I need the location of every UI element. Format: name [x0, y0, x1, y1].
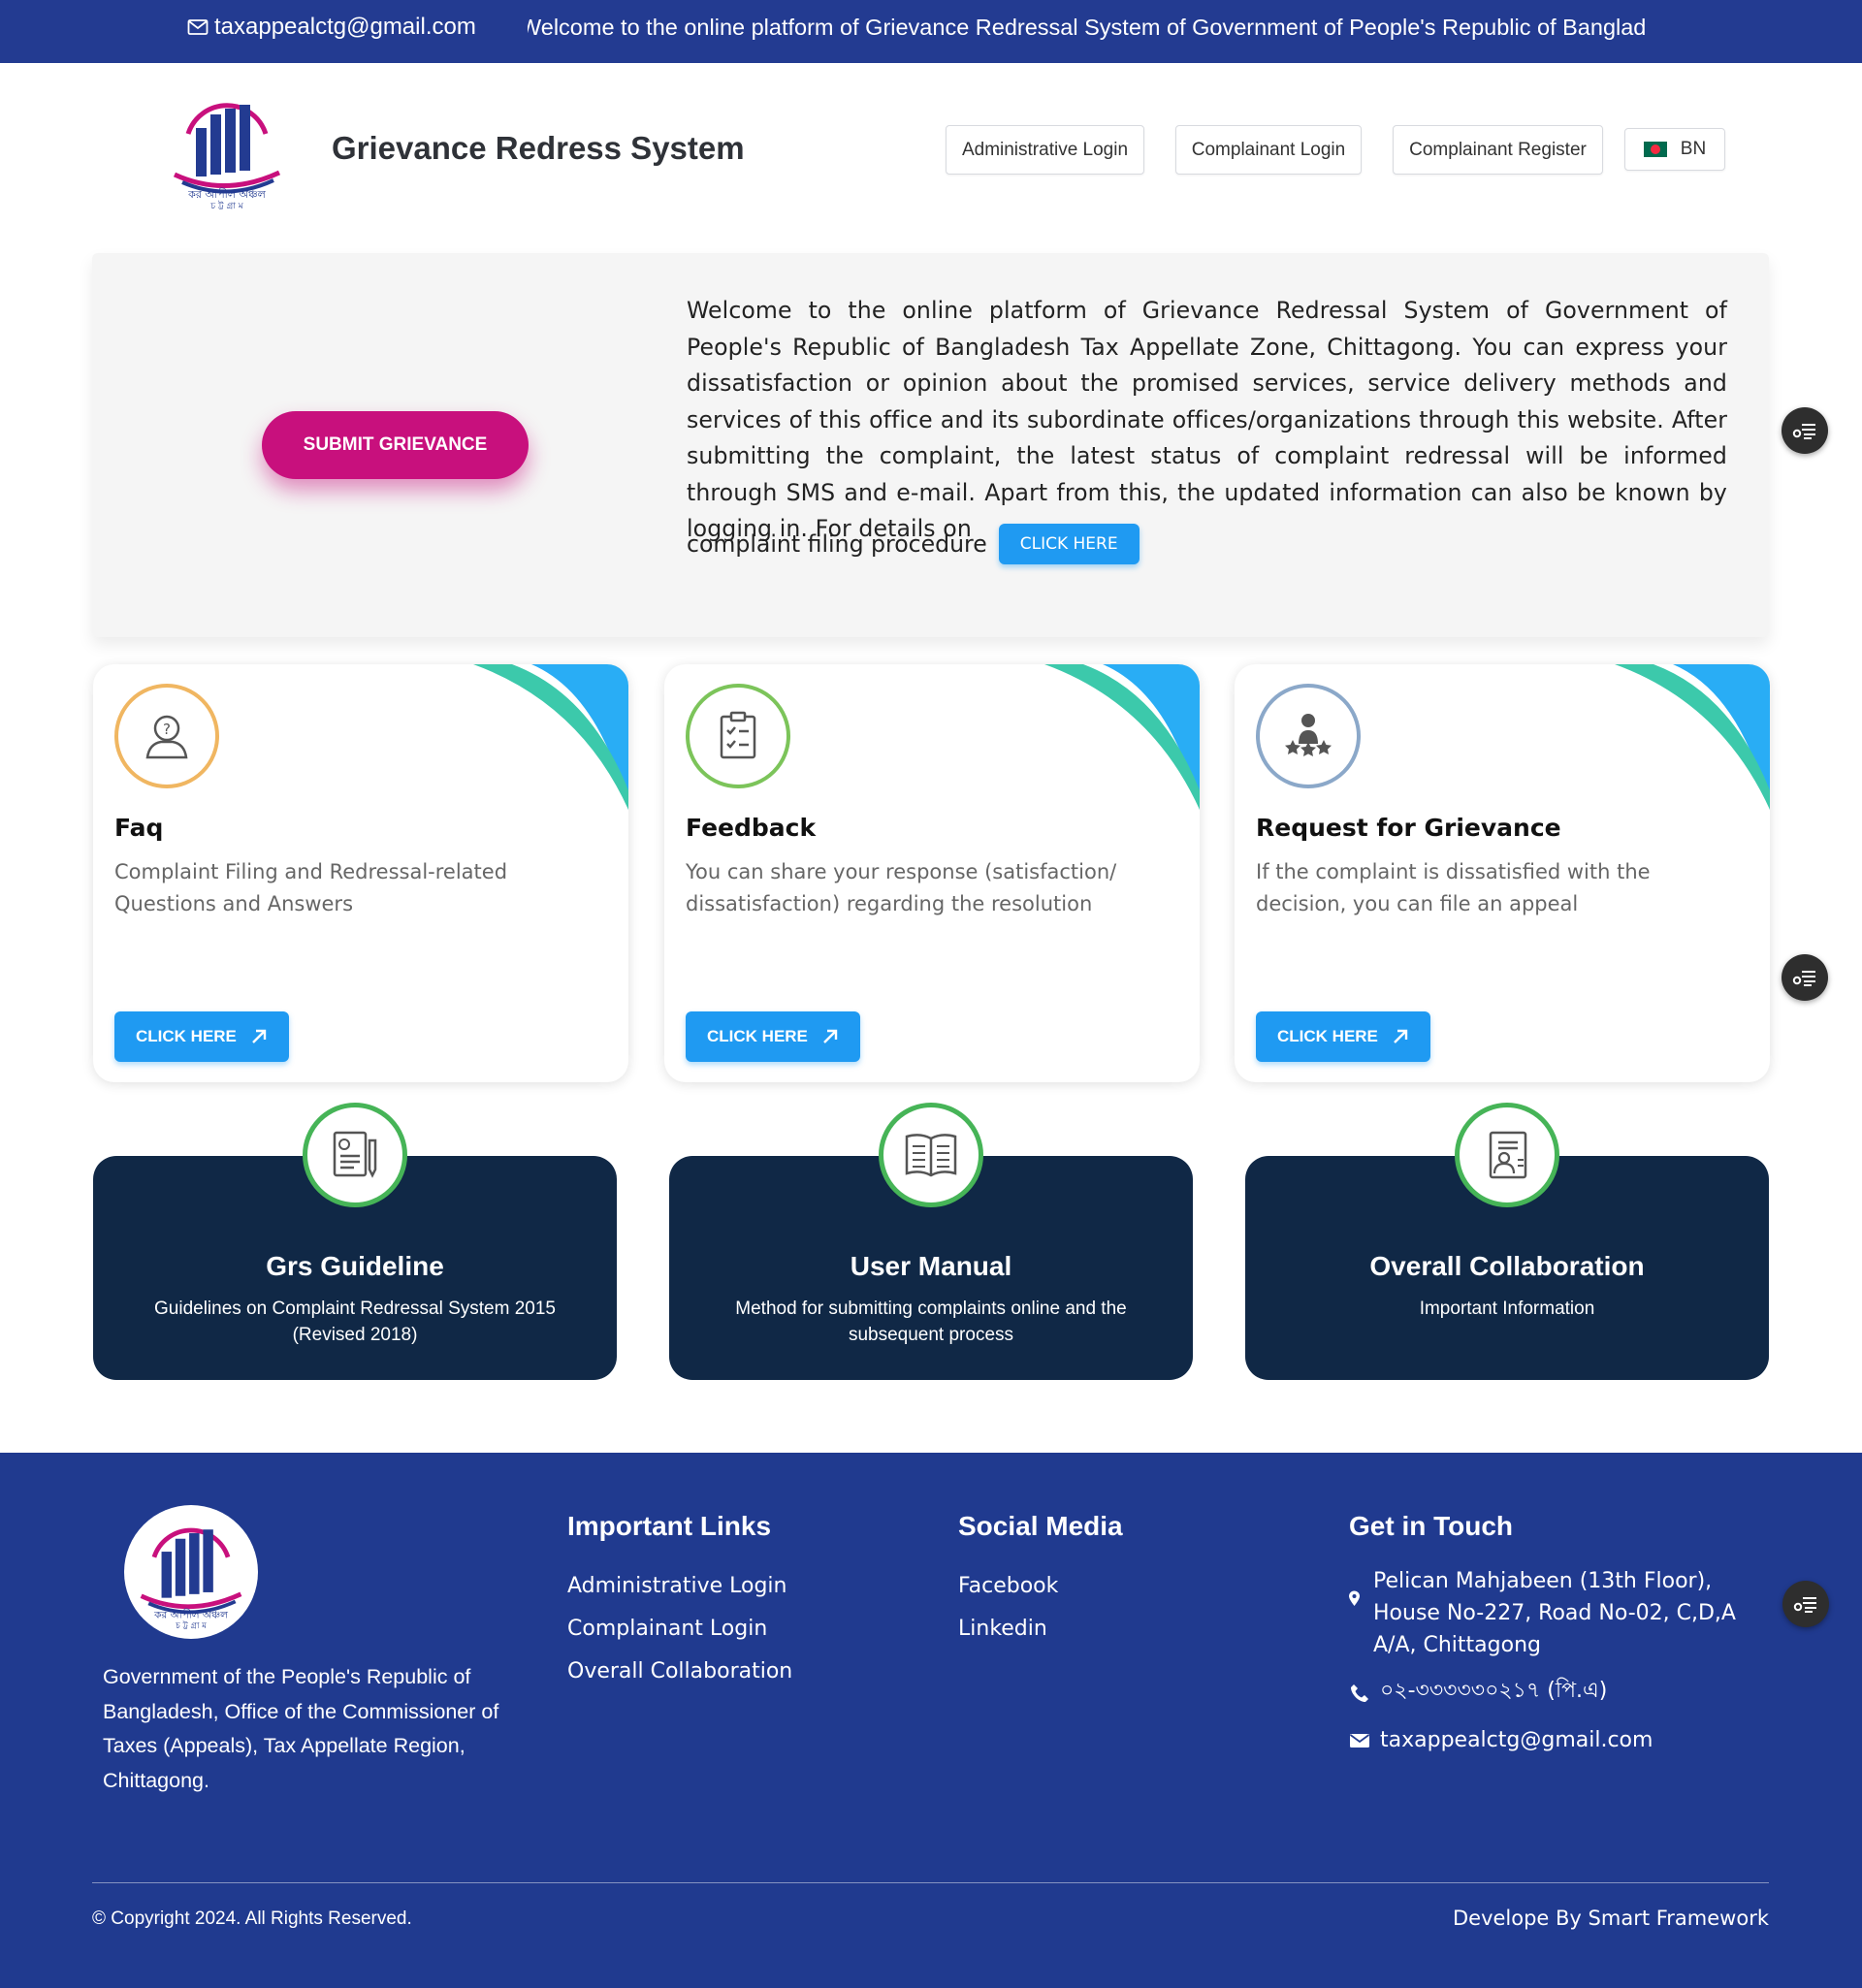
phone-icon	[1351, 1684, 1368, 1702]
hero-procedure-line: complaint filing procedure CLICK HERE	[687, 524, 1140, 564]
footer-email[interactable]: taxappealctg@gmail.com	[1349, 1724, 1776, 1756]
user-manual-description: Method for submitting complaints online …	[735, 1299, 1127, 1345]
user-question-icon: ?	[145, 715, 188, 759]
clipboard-checklist-icon	[720, 711, 756, 759]
feedback-description: You can share your response (satisfactio…	[686, 860, 1117, 915]
faq-title: Faq	[114, 814, 164, 842]
faq-description: Complaint Filing and Redressal-related Q…	[114, 860, 508, 915]
mail-icon	[187, 19, 209, 35]
envelope-icon	[1349, 1734, 1370, 1748]
arrow-up-right-icon	[823, 1029, 838, 1043]
request-grievance-icon-ring	[1256, 684, 1361, 788]
page: taxappealctg@gmail.com Welcome to the on…	[0, 0, 1862, 1988]
logo-emblem: কর আপীল অঞ্চল চ ট্ট গ্রা ম	[173, 103, 281, 211]
settings-list-icon	[1793, 1597, 1816, 1613]
footer-get-in-touch: Get in Touch Pelican Mahjabeen (13th Flo…	[1349, 1511, 1776, 1756]
feedback-icon-ring	[686, 684, 790, 788]
request-grievance-click-here-button[interactable]: CLICK HERE	[1256, 1011, 1430, 1062]
accessibility-widget-button-2[interactable]	[1782, 954, 1828, 1001]
document-person-icon	[1489, 1131, 1527, 1179]
location-pin-icon	[1349, 1590, 1360, 1606]
footer-about-text: Government of the People's Republic of B…	[103, 1665, 499, 1792]
logo-emblem: কর আপীল অঞ্চল চ ট্ট গ্রা ম	[140, 1527, 242, 1629]
language-label: BN	[1680, 139, 1707, 159]
logo-text: কর আপীল অঞ্চল	[187, 188, 267, 201]
card-wave-decoration	[1044, 664, 1200, 810]
topbar-email-text: taxappealctg@gmail.com	[214, 14, 476, 40]
request-grievance-button-label: CLICK HERE	[1277, 1027, 1378, 1045]
person-stars-icon	[1285, 714, 1332, 756]
site-title[interactable]: Grievance Redress System	[332, 130, 745, 167]
top-bar: taxappealctg@gmail.com Welcome to the on…	[0, 0, 1862, 63]
footer-divider	[92, 1882, 1769, 1883]
footer-email-text: taxappealctg@gmail.com	[1380, 1728, 1653, 1752]
marquee-text: Welcome to the online platform of Grieva…	[528, 15, 1647, 40]
important-links-heading: Important Links	[567, 1511, 772, 1541]
faq-button-label: CLICK HERE	[136, 1027, 237, 1045]
request-grievance-description: If the complaint is dissatisfied with th…	[1256, 860, 1651, 915]
overall-collaboration-description: Important Information	[1419, 1299, 1595, 1319]
card-wave-decoration	[473, 664, 628, 810]
faq-click-here-button[interactable]: CLICK HERE	[114, 1011, 289, 1062]
guideline-icon-ring	[303, 1103, 407, 1207]
settings-list-icon	[1792, 424, 1815, 439]
feedback-click-here-button[interactable]: CLICK HERE	[686, 1011, 860, 1062]
footer-copyright: © Copyright 2024. All Rights Reserved.	[92, 1908, 412, 1929]
footer-logo[interactable]: কর আপীল অঞ্চল চ ট্ট গ্রা ম	[124, 1505, 258, 1639]
accessibility-widget-button[interactable]	[1782, 407, 1828, 454]
topbar-email[interactable]: taxappealctg@gmail.com	[187, 14, 476, 41]
footer-link-linkedin[interactable]: Linkedin	[958, 1608, 1123, 1651]
collaboration-icon-ring	[1455, 1103, 1559, 1207]
request-grievance-title: Request for Grievance	[1256, 814, 1561, 842]
settings-list-icon	[1792, 971, 1815, 986]
footer-social-media: Social Media Facebook Linkedin	[958, 1511, 1123, 1651]
footer-link-overall-collaboration[interactable]: Overall Collaboration	[567, 1651, 792, 1693]
footer-phone-text: ০২-৩৩৩৩৩০২১৭ (পি.এ)	[1380, 1679, 1608, 1703]
card-wave-decoration	[1615, 664, 1770, 810]
footer-link-facebook[interactable]: Facebook	[958, 1565, 1123, 1608]
document-certificate-icon	[333, 1131, 377, 1178]
footer-address-text: Pelican Mahjabeen (13th Floor), House No…	[1373, 1569, 1736, 1657]
language-toggle-button[interactable]: BN	[1624, 128, 1725, 171]
overall-collaboration-title: Overall Collaboration	[1369, 1251, 1645, 1281]
svg-text:?: ?	[163, 721, 171, 738]
footer-important-links: Important Links Administrative Login Com…	[567, 1511, 792, 1693]
user-manual-title: User Manual	[850, 1251, 1012, 1281]
open-book-icon	[905, 1134, 957, 1177]
footer-developer-credit[interactable]: Develope By Smart Framework	[1453, 1907, 1769, 1930]
footer-link-administrative-login[interactable]: Administrative Login	[567, 1565, 792, 1608]
arrow-up-right-icon	[252, 1029, 267, 1043]
footer-logo-subtext: চ ট্ট গ্রা ম	[175, 1620, 208, 1629]
site-logo[interactable]: কর আপীল অঞ্চল চ ট্ট গ্রা ম	[167, 89, 287, 211]
bangladesh-flag-icon	[1643, 142, 1667, 157]
social-media-heading: Social Media	[958, 1511, 1123, 1541]
submit-grievance-button[interactable]: SUBMIT GRIEVANCE	[262, 411, 529, 479]
administrative-login-button[interactable]: Administrative Login	[946, 125, 1144, 175]
feedback-card: Feedback You can share your response (sa…	[664, 664, 1200, 1082]
hero-procedure-text: complaint filing procedure	[687, 530, 987, 558]
hero-description: Welcome to the online platform of Grieva…	[687, 297, 1727, 542]
user-manual-icon-ring	[879, 1103, 983, 1207]
complainant-login-button[interactable]: Complainant Login	[1175, 125, 1362, 175]
marquee: Welcome to the online platform of Grieva…	[528, 0, 1682, 63]
footer-logo-text: কর আপীল অঞ্চল	[153, 1609, 228, 1621]
get-in-touch-heading: Get in Touch	[1349, 1511, 1514, 1541]
procedure-click-here-button[interactable]: CLICK HERE	[998, 524, 1140, 564]
complainant-register-button[interactable]: Complainant Register	[1393, 125, 1603, 175]
faq-icon-ring: ?	[114, 684, 219, 788]
feedback-title: Feedback	[686, 814, 817, 842]
logo-subtext: চ ট্ট গ্রা ম	[209, 201, 243, 209]
faq-card: ? Faq Complaint Filing and Redressal-rel…	[93, 664, 628, 1082]
feedback-button-label: CLICK HERE	[707, 1027, 808, 1045]
accessibility-widget-button-3[interactable]	[1782, 1581, 1829, 1627]
site-footer: কর আপীল অঞ্চল চ ট্ট গ্রা ম Government of…	[0, 1453, 1862, 1988]
request-grievance-card: Request for Grievance If the complaint i…	[1235, 664, 1770, 1082]
footer-link-complainant-login[interactable]: Complainant Login	[567, 1608, 792, 1651]
arrow-up-right-icon	[1394, 1029, 1408, 1043]
footer-address: Pelican Mahjabeen (13th Floor), House No…	[1349, 1565, 1776, 1661]
footer-phone[interactable]: ০২-৩৩৩৩৩০২১৭ (পি.এ)	[1349, 1675, 1776, 1707]
grs-guideline-description: Guidelines on Complaint Redressal System…	[154, 1299, 556, 1345]
grs-guideline-title: Grs Guideline	[266, 1251, 444, 1281]
